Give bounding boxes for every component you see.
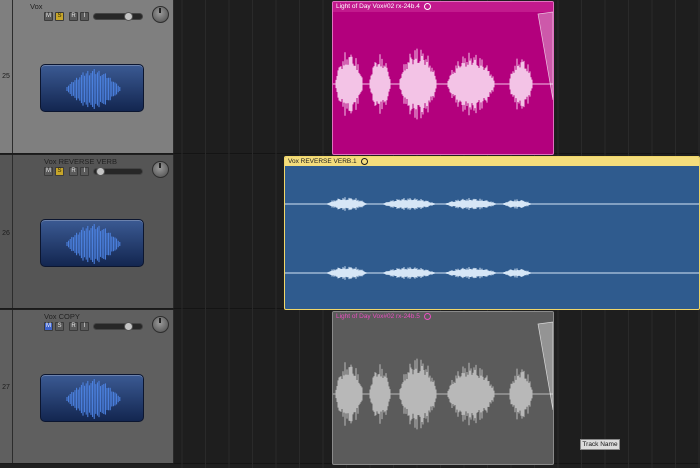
audio-waveform	[285, 197, 699, 280]
track-name[interactable]: Vox	[30, 2, 43, 11]
audio-region-vox-copy[interactable]: Light of Day Vox#02 rx-24b.5	[332, 311, 554, 465]
track-name-tooltip: Track Name	[580, 439, 620, 450]
mute-button[interactable]: M	[44, 167, 53, 176]
track-number: 27	[2, 384, 10, 391]
fade-handle[interactable]	[333, 312, 554, 465]
region-header[interactable]: Vox REVERSE VERB.1	[285, 157, 699, 166]
mute-button[interactable]: M	[44, 322, 53, 331]
track-headers: 25 Vox M S R I 26 Vox REVERSE VERB M S R…	[0, 0, 174, 468]
input-monitor-button[interactable]: I	[80, 322, 89, 331]
track-number: 25	[2, 73, 10, 80]
input-monitor-button[interactable]: I	[80, 12, 89, 21]
loop-icon[interactable]	[360, 158, 368, 165]
track-header-vox[interactable]: 25 Vox M S R I	[0, 0, 174, 154]
volume-slider[interactable]	[93, 322, 143, 331]
volume-slider[interactable]	[93, 12, 143, 21]
record-enable-button[interactable]: R	[69, 12, 78, 21]
input-monitor-button[interactable]: I	[80, 167, 89, 176]
solo-button[interactable]: S	[55, 322, 64, 331]
track-header-vox-reverse-verb[interactable]: 26 Vox REVERSE VERB M S R I	[0, 155, 174, 309]
pan-knob-icon[interactable]	[152, 161, 169, 178]
region-title: Vox REVERSE VERB.1	[288, 158, 368, 165]
waveform-icon	[40, 374, 144, 422]
volume-slider[interactable]	[93, 167, 143, 176]
solo-button[interactable]: S	[55, 12, 64, 21]
pan-knob-icon[interactable]	[152, 6, 169, 23]
solo-button[interactable]: S	[55, 167, 64, 176]
audio-region-vox-reverse-verb[interactable]: Vox REVERSE VERB.1	[284, 156, 700, 310]
volume-slider-thumb[interactable]	[124, 322, 133, 331]
track-name[interactable]: Vox REVERSE VERB	[44, 157, 117, 166]
track-number: 26	[2, 230, 10, 237]
record-enable-button[interactable]: R	[69, 167, 78, 176]
tracks-area[interactable]: Light of Day Vox#02 rx-24b.4 Vox REVERSE…	[174, 0, 700, 468]
waveform-icon	[40, 219, 144, 267]
volume-slider-thumb[interactable]	[124, 12, 133, 21]
mute-button[interactable]: M	[44, 12, 53, 21]
pan-knob-icon[interactable]	[152, 316, 169, 333]
audio-region-vox[interactable]: Light of Day Vox#02 rx-24b.4	[332, 1, 554, 155]
volume-slider-thumb[interactable]	[96, 167, 105, 176]
waveform-icon	[40, 64, 144, 112]
fade-handle[interactable]	[333, 2, 554, 155]
track-header-vox-copy[interactable]: 27 Vox COPY M S R I	[0, 310, 174, 464]
track-name[interactable]: Vox COPY	[44, 312, 80, 321]
record-enable-button[interactable]: R	[69, 322, 78, 331]
